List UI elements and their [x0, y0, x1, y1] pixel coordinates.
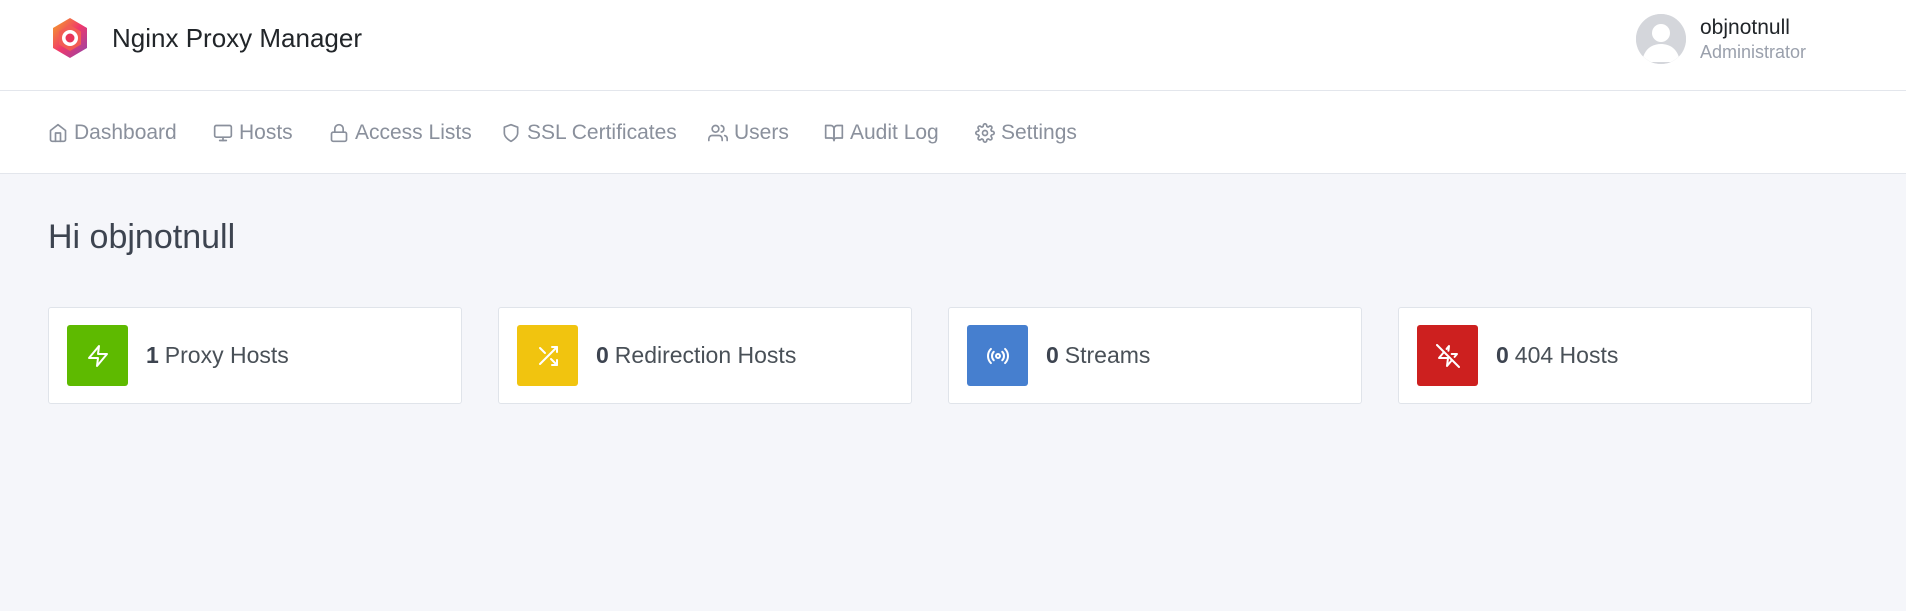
- nav-item-label: Settings: [1001, 120, 1077, 144]
- nav-item-label: Users: [734, 120, 789, 144]
- page-title: Hi objnotnull: [48, 218, 236, 256]
- zap-icon: [67, 325, 128, 386]
- stat-card-404-hosts[interactable]: 0 404 Hosts: [1398, 307, 1812, 404]
- stat-card-redirection-hosts[interactable]: 0 Redirection Hosts: [498, 307, 912, 404]
- nav-item-label: Hosts: [239, 120, 293, 144]
- app-title: Nginx Proxy Manager: [112, 22, 362, 53]
- lock-icon: [329, 123, 355, 143]
- stat-card-text: 0 Streams: [1046, 342, 1150, 369]
- book-icon: [824, 123, 850, 143]
- stat-label: Proxy Hosts: [164, 342, 289, 368]
- monitor-icon: [213, 123, 239, 143]
- nav-item-label: Dashboard: [74, 120, 177, 144]
- stat-card-streams[interactable]: 0 Streams: [948, 307, 1362, 404]
- nav-item-settings[interactable]: Settings: [975, 91, 1077, 174]
- user-menu[interactable]: objnotnull Administrator: [1636, 14, 1806, 64]
- radio-icon: [967, 325, 1028, 386]
- nav-item-ssl-certificates[interactable]: SSL Certificates: [501, 91, 677, 174]
- stat-card-text: 0 Redirection Hosts: [596, 342, 796, 369]
- nav-item-hosts[interactable]: Hosts: [213, 91, 293, 174]
- nav-item-label: SSL Certificates: [527, 120, 677, 144]
- brand[interactable]: Nginx Proxy Manager: [48, 16, 362, 60]
- shield-icon: [501, 123, 527, 143]
- top-header: Nginx Proxy Manager objnotnull Administr…: [0, 0, 1906, 91]
- nav-item-users[interactable]: Users: [708, 91, 789, 174]
- stat-count: 1: [146, 342, 159, 368]
- user-avatar-icon: [1636, 14, 1686, 64]
- main-nav: Dashboard Hosts Access Lists SSL Certifi…: [0, 91, 1906, 174]
- user-role: Administrator: [1700, 41, 1807, 62]
- stat-card-text: 0 404 Hosts: [1496, 342, 1618, 369]
- nginx-proxy-manager-logo-icon: [53, 18, 87, 58]
- user-info: objnotnull Administrator: [1700, 15, 1806, 64]
- gear-icon: [975, 122, 1001, 143]
- nav-item-label: Access Lists: [355, 120, 472, 144]
- home-icon: [48, 123, 74, 143]
- stat-card-proxy-hosts[interactable]: 1 Proxy Hosts: [48, 307, 462, 404]
- nav-item-label: Audit Log: [850, 120, 939, 144]
- nav-item-audit-log[interactable]: Audit Log: [824, 91, 939, 174]
- stat-label: Streams: [1064, 342, 1151, 368]
- nav-item-access-lists[interactable]: Access Lists: [329, 91, 472, 174]
- stat-card-text: 1 Proxy Hosts: [146, 342, 289, 369]
- stat-count: 0: [1496, 342, 1509, 368]
- user-name: objnotnull: [1700, 15, 1790, 39]
- stat-count: 0: [1046, 342, 1059, 368]
- users-icon: [708, 123, 734, 143]
- zap-off-icon: [1417, 325, 1478, 386]
- stat-label: Redirection Hosts: [614, 342, 797, 368]
- stat-label: 404 Hosts: [1514, 342, 1619, 368]
- avatar[interactable]: [1636, 14, 1686, 64]
- nav-item-dashboard[interactable]: Dashboard: [48, 91, 177, 174]
- stat-count: 0: [596, 342, 609, 368]
- shuffle-icon: [517, 325, 578, 386]
